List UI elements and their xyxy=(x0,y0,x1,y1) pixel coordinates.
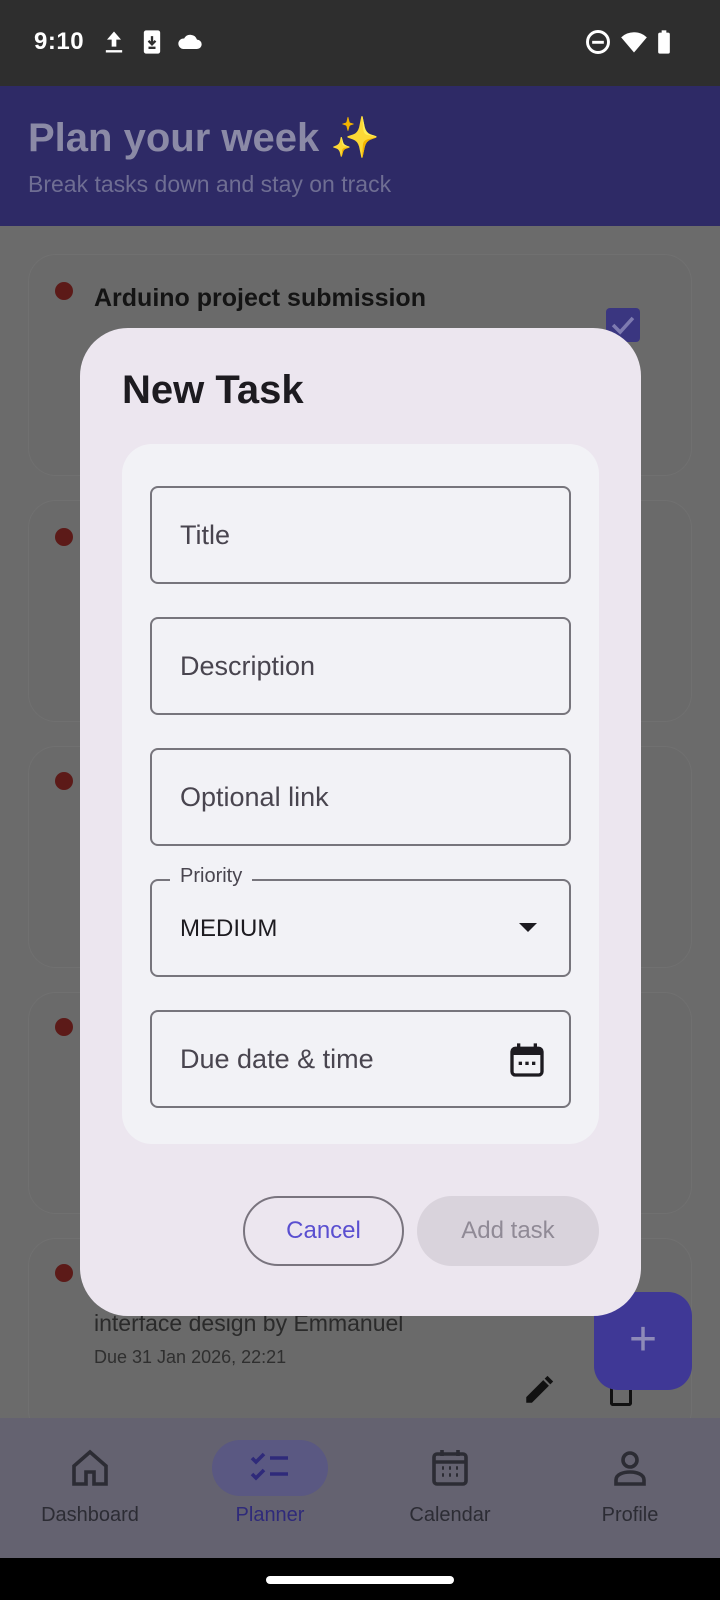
home-icon xyxy=(72,1449,108,1486)
link-field[interactable]: Optional link xyxy=(150,748,571,846)
page-subtitle: Break tasks down and stay on track xyxy=(28,171,392,197)
nav-label: Profile xyxy=(601,1504,659,1526)
status-time: 9:10 xyxy=(34,28,85,55)
download-icon xyxy=(143,30,161,54)
due-date-placeholder: Due date & time xyxy=(180,1044,374,1074)
priority-select[interactable]: Priority MEDIUM xyxy=(150,865,571,977)
gesture-bar xyxy=(0,1558,720,1600)
wifi-icon xyxy=(621,32,647,53)
edit-icon[interactable] xyxy=(522,1373,556,1407)
priority-dot xyxy=(55,282,73,300)
description-field[interactable]: Description xyxy=(150,617,571,715)
battery-icon xyxy=(658,30,670,54)
title-field[interactable]: Title xyxy=(150,486,571,584)
page-title: Plan your week ✨ xyxy=(28,116,381,160)
nav-item-calendar[interactable]: Calendar xyxy=(360,1418,540,1558)
checklist-icon xyxy=(250,1452,288,1481)
calendar-icon[interactable] xyxy=(507,1040,547,1080)
new-task-dialog: New Task Title Description Optional link… xyxy=(80,328,641,1316)
task-due: Due 31 Jan 2026, 22:21 xyxy=(94,1347,287,1367)
cloud-icon xyxy=(178,34,202,49)
title-placeholder: Title xyxy=(180,520,231,550)
status-bar: 9:10 xyxy=(0,0,720,86)
person-icon xyxy=(614,1451,646,1486)
add-task-button[interactable]: Add task xyxy=(417,1196,599,1266)
priority-dot xyxy=(55,528,73,546)
priority-dot xyxy=(55,1264,73,1282)
description-placeholder: Description xyxy=(180,651,316,681)
dialog-title: New Task xyxy=(122,368,304,412)
nav-item-planner[interactable]: Planner xyxy=(180,1418,360,1558)
dropdown-arrow-icon xyxy=(519,923,537,932)
priority-dot xyxy=(55,1018,73,1036)
priority-label: Priority xyxy=(170,865,253,888)
form-panel: Title Description Optional link Priority… xyxy=(122,444,599,1144)
task-title: Arduino project submission xyxy=(94,284,426,312)
home-handle[interactable] xyxy=(266,1576,454,1584)
bottom-nav: Dashboard Planner Calendar Profile xyxy=(0,1418,720,1558)
link-placeholder: Optional link xyxy=(180,782,329,812)
nav-label: Dashboard xyxy=(41,1504,139,1526)
calendar-icon xyxy=(432,1450,468,1486)
nav-label: Planner xyxy=(235,1504,305,1526)
priority-dot xyxy=(55,772,73,790)
page-header: Plan your week ✨ Break tasks down and st… xyxy=(0,86,720,226)
do-not-disturb-icon xyxy=(586,30,610,54)
nav-item-profile[interactable]: Profile xyxy=(540,1418,720,1558)
cancel-button[interactable]: Cancel xyxy=(243,1196,404,1266)
nav-label: Calendar xyxy=(409,1504,491,1526)
priority-value: MEDIUM xyxy=(180,915,278,942)
due-date-field[interactable]: Due date & time xyxy=(150,1010,571,1108)
nav-item-dashboard[interactable]: Dashboard xyxy=(0,1418,180,1558)
upload-icon xyxy=(105,31,123,53)
